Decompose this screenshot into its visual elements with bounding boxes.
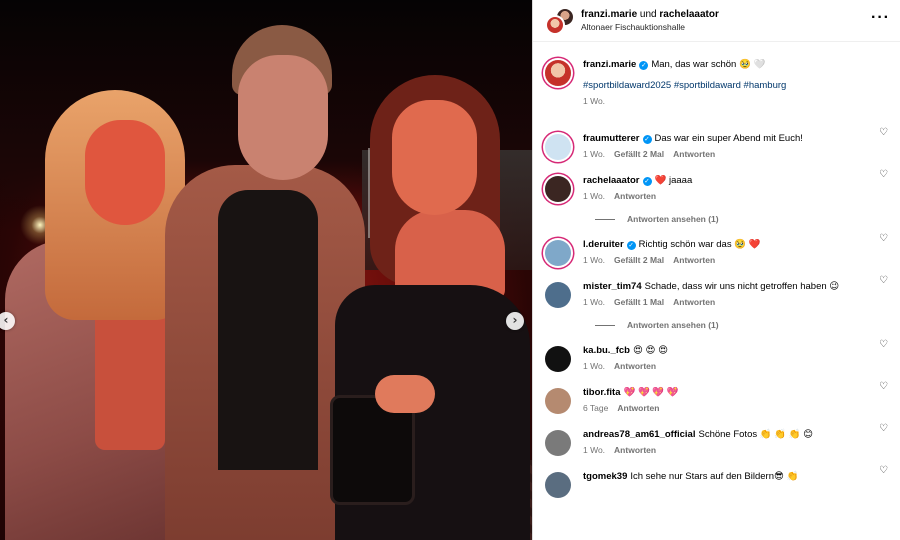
heart-outline-icon[interactable]: ♡ bbox=[879, 233, 888, 244]
comment-time: 1 Wo. bbox=[583, 191, 606, 201]
collab-avatars[interactable] bbox=[545, 6, 575, 35]
avatar[interactable] bbox=[545, 388, 571, 414]
comment-text: Richtig schön war das 🥹 ❤️ bbox=[638, 239, 761, 250]
comment-text: ❤️ jaaaa bbox=[654, 175, 693, 186]
comment-likes[interactable]: Gefällt 2 Mal bbox=[614, 255, 664, 265]
avatar[interactable] bbox=[545, 240, 571, 266]
comment-username[interactable]: tibor.fita bbox=[583, 387, 620, 398]
avatar[interactable] bbox=[545, 134, 571, 160]
comment-row: l.deruiter ✓ Richtig schön war das 🥹 ❤️ 1 W… bbox=[545, 224, 890, 266]
coauthor-username[interactable]: rachelaaator bbox=[659, 9, 718, 20]
woman-right-face bbox=[392, 100, 477, 215]
comment-username[interactable]: rachelaaator bbox=[583, 175, 640, 186]
post-caption: franzi.marie ✓ Man, das war schön 🥹 🤍 #spo… bbox=[545, 42, 890, 118]
comment-username[interactable]: fraumutterer bbox=[583, 133, 640, 144]
man-face bbox=[238, 55, 328, 180]
avatar[interactable] bbox=[545, 282, 571, 308]
author-username[interactable]: franzi.marie bbox=[581, 9, 637, 20]
location-link[interactable]: Altonaer Fischauktionshalle bbox=[581, 21, 871, 34]
comment-username[interactable]: mister_tim74 bbox=[583, 281, 642, 292]
post-header: franzi.marie und rachelaaator Altonaer F… bbox=[533, 0, 900, 42]
comment-row: andreas78_am61_official Schöne Fotos 👏 👏 … bbox=[545, 414, 890, 456]
verified-badge-icon: ✓ bbox=[626, 241, 636, 250]
view-replies-label: Antworten ansehen (1) bbox=[627, 320, 719, 330]
next-photo-button[interactable]: › bbox=[506, 312, 524, 330]
heart-outline-icon[interactable]: ♡ bbox=[879, 381, 888, 392]
view-replies-label: Antworten ansehen (1) bbox=[627, 214, 719, 224]
comment-text: Schöne Fotos 👏 👏 👏 😊 bbox=[698, 429, 814, 440]
comment-row: ka.bu._fcb 😍 😍 😍 1 Wo. Antworten ♡ bbox=[545, 330, 890, 372]
comment-time: 6 Tage bbox=[583, 403, 609, 413]
heart-outline-icon[interactable]: ♡ bbox=[879, 127, 888, 138]
comment-text: 💖 💖 💖 💖 bbox=[623, 387, 679, 398]
comment-time: 1 Wo. bbox=[583, 297, 606, 307]
avatar[interactable] bbox=[545, 346, 571, 372]
reply-button[interactable]: Antworten bbox=[673, 149, 715, 159]
comment-list: franzi.marie ✓ Man, das war schön 🥹 🤍 #spo… bbox=[533, 42, 900, 498]
heart-outline-icon[interactable]: ♡ bbox=[879, 465, 888, 476]
comment-text: Das war ein super Abend mit Euch! bbox=[654, 133, 803, 144]
caption-time: 1 Wo. bbox=[583, 96, 606, 106]
comment-time: 1 Wo. bbox=[583, 361, 606, 371]
verified-badge-icon: ✓ bbox=[639, 61, 649, 70]
view-replies-button[interactable]: Antworten ansehen (1) bbox=[595, 214, 890, 224]
avatar[interactable] bbox=[545, 14, 565, 35]
comment-time: 1 Wo. bbox=[583, 445, 606, 455]
replies-divider bbox=[595, 324, 615, 326]
comment-likes[interactable]: Gefällt 2 Mal bbox=[614, 149, 664, 159]
comment-text: Ich sehe nur Stars auf den Bildern😎 👏 bbox=[630, 471, 799, 482]
heart-outline-icon[interactable]: ♡ bbox=[879, 275, 888, 286]
comment-row: tibor.fita 💖 💖 💖 💖 6 Tage Antworten ♡ bbox=[545, 372, 890, 414]
comment-username[interactable]: andreas78_am61_official bbox=[583, 429, 695, 440]
more-options-icon[interactable]: ··· bbox=[871, 9, 890, 29]
author-joiner: und bbox=[639, 8, 657, 20]
reply-button[interactable]: Antworten bbox=[617, 403, 659, 413]
avatar[interactable] bbox=[545, 472, 571, 498]
caption-username[interactable]: franzi.marie bbox=[583, 59, 636, 70]
post-viewer: ‹ › franzi.marie und rachelaaator Altona… bbox=[0, 0, 900, 540]
heart-outline-icon[interactable]: ♡ bbox=[879, 423, 888, 434]
reply-button[interactable]: Antworten bbox=[614, 191, 656, 201]
replies-divider bbox=[595, 218, 615, 220]
comment-username[interactable]: tgomek39 bbox=[583, 471, 627, 482]
man-shirt bbox=[218, 190, 318, 470]
comment-username[interactable]: l.deruiter bbox=[583, 239, 624, 250]
reply-button[interactable]: Antworten bbox=[614, 445, 656, 455]
verified-badge-icon: ✓ bbox=[642, 177, 652, 186]
caption-hashtags[interactable]: #sportbildaward2025 #sportbildaward #ham… bbox=[583, 79, 872, 92]
comment-time: 1 Wo. bbox=[583, 255, 606, 265]
view-replies-button[interactable]: Antworten ansehen (1) bbox=[595, 320, 890, 330]
avatar[interactable] bbox=[545, 176, 571, 202]
comment-likes[interactable]: Gefällt 1 Mal bbox=[614, 297, 664, 307]
heart-outline-icon[interactable]: ♡ bbox=[879, 339, 888, 350]
avatar[interactable] bbox=[545, 60, 571, 86]
comments-panel: franzi.marie und rachelaaator Altonaer F… bbox=[532, 0, 900, 540]
reply-button[interactable]: Antworten bbox=[614, 361, 656, 371]
comment-row: fraumutterer ✓ Das war ein super Abend mit… bbox=[545, 118, 890, 160]
comment-text: 😍 😍 😍 bbox=[633, 345, 668, 356]
comment-time: 1 Wo. bbox=[583, 149, 606, 159]
caption-text: Man, das war schön 🥹 🤍 bbox=[651, 59, 766, 70]
comment-username[interactable]: ka.bu._fcb bbox=[583, 345, 630, 356]
reply-button[interactable]: Antworten bbox=[673, 297, 715, 307]
comment-text: Schade, dass wir uns nicht getroffen hab… bbox=[644, 281, 840, 292]
avatar[interactable] bbox=[545, 430, 571, 456]
woman-right-hand bbox=[375, 375, 435, 413]
post-photo[interactable]: ‹ › bbox=[0, 0, 532, 540]
comment-row: rachelaaator ✓ ❤️ jaaaa 1 Wo. Antworten ♡ bbox=[545, 160, 890, 202]
woman-left-face bbox=[85, 120, 165, 225]
reply-button[interactable]: Antworten bbox=[673, 255, 715, 265]
comment-row: mister_tim74 Schade, dass wir uns nicht g… bbox=[545, 266, 890, 308]
comment-row: tgomek39 Ich sehe nur Stars auf den Bilde… bbox=[545, 456, 890, 498]
heart-outline-icon[interactable]: ♡ bbox=[879, 169, 888, 180]
verified-badge-icon: ✓ bbox=[642, 135, 652, 144]
